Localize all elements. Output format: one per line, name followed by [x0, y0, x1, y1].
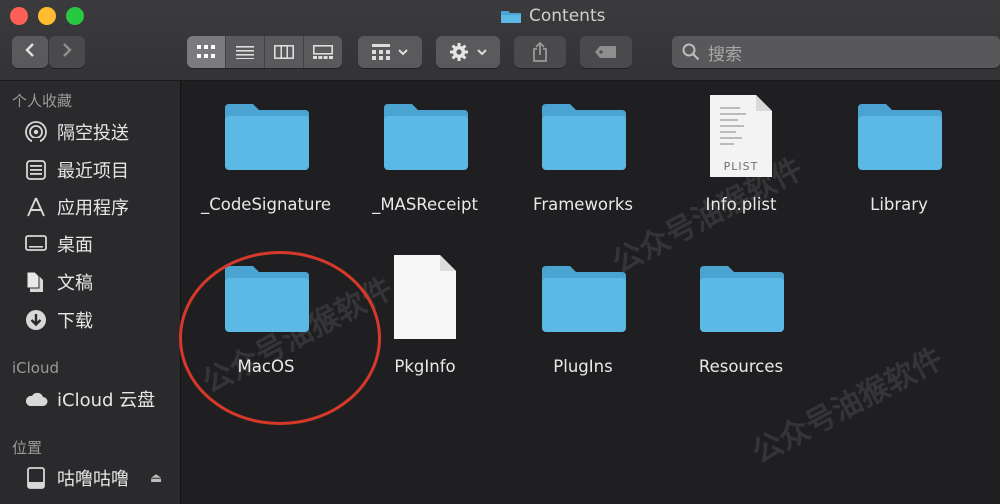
- sidebar-item-recents[interactable]: 最近项目: [24, 155, 129, 185]
- sidebar-item-label: 咕噜咕噜: [57, 469, 129, 490]
- column-view-button[interactable]: [265, 36, 304, 68]
- folder-icon: [225, 104, 309, 170]
- file-item[interactable]: Frameworks: [503, 91, 663, 221]
- folder-icon: [700, 266, 784, 332]
- file-type-badge: PLIST: [723, 160, 759, 173]
- search-field[interactable]: 搜索: [672, 36, 1000, 68]
- file-item[interactable]: _CodeSignature: [186, 91, 346, 221]
- eject-button[interactable]: ⏏: [150, 471, 162, 486]
- file-name: _MASReceipt: [372, 195, 478, 214]
- zoom-window-button[interactable]: [66, 7, 84, 25]
- folder-icon: [542, 266, 626, 332]
- list-view-icon: [236, 46, 254, 59]
- forward-button[interactable]: [49, 36, 85, 68]
- group-by-button[interactable]: [358, 36, 422, 68]
- action-button[interactable]: [436, 36, 500, 68]
- sidebar-item-desktop[interactable]: 桌面: [24, 229, 93, 259]
- search-placeholder: 搜索: [708, 44, 742, 65]
- folder-icon: [542, 104, 626, 170]
- highlight-circle: [179, 251, 381, 425]
- downloads-icon: [24, 308, 48, 332]
- sidebar-item-documents[interactable]: 文稿: [24, 267, 93, 297]
- recents-icon: [24, 158, 48, 182]
- documents-icon: [24, 270, 48, 294]
- sidebar: 个人收藏 隔空投送 最近项目 应用程序 桌面 文稿 下载 iCloud iClo…: [0, 81, 181, 504]
- chevron-down-icon: [398, 49, 408, 56]
- file-item[interactable]: PLIST Info.plist: [661, 91, 821, 221]
- sidebar-item-label: 隔空投送: [57, 123, 129, 144]
- disk-icon: [24, 466, 48, 490]
- chevron-down-icon: [477, 49, 487, 56]
- sidebar-item-label: 文稿: [57, 273, 93, 294]
- list-view-button[interactable]: [226, 36, 265, 68]
- file-name: Library: [870, 195, 928, 214]
- document-icon: [394, 255, 456, 339]
- applications-icon: [24, 195, 48, 219]
- folder-icon: [858, 104, 942, 170]
- sidebar-item-disk[interactable]: 咕噜咕噜 ⏏: [24, 463, 162, 493]
- file-item[interactable]: Resources: [661, 253, 821, 383]
- sidebar-item-label: iCloud 云盘: [57, 390, 156, 411]
- sidebar-item-airdrop[interactable]: 隔空投送: [24, 117, 129, 147]
- minimize-window-button[interactable]: [38, 7, 56, 25]
- tag-icon: [595, 46, 616, 58]
- share-icon: [533, 42, 547, 62]
- gallery-view-button[interactable]: [304, 36, 342, 68]
- desktop-icon: [24, 232, 48, 256]
- column-view-icon: [274, 45, 294, 59]
- sidebar-item-downloads[interactable]: 下载: [24, 305, 93, 335]
- file-name: Resources: [698, 357, 784, 376]
- chevron-right-icon: [61, 42, 73, 62]
- sidebar-item-label: 下载: [57, 311, 93, 332]
- airdrop-icon: [24, 120, 48, 144]
- window-title-text: Contents: [529, 6, 606, 26]
- folder-icon: [384, 104, 468, 170]
- locations-heading: 位置: [12, 439, 43, 457]
- view-mode-control[interactable]: [187, 36, 342, 68]
- file-name: Frameworks: [533, 195, 633, 214]
- gear-icon: [450, 43, 468, 61]
- sidebar-item-label: 应用程序: [57, 198, 129, 219]
- favorites-heading: 个人收藏: [12, 92, 73, 110]
- tag-button[interactable]: [580, 36, 632, 68]
- back-button[interactable]: [12, 36, 48, 68]
- sidebar-item-applications[interactable]: 应用程序: [24, 192, 129, 222]
- gallery-view-icon: [313, 45, 333, 59]
- sidebar-item-label: 桌面: [57, 235, 93, 256]
- file-name: PlugIns: [553, 357, 613, 376]
- file-grid: 公众号油猴软件 公众号油猴软件 公众号油猴软件 _CodeSignature _…: [179, 81, 1000, 504]
- file-item[interactable]: _MASReceipt: [345, 91, 505, 221]
- file-item[interactable]: Library: [819, 91, 979, 221]
- title-bar: Contents 搜索: [0, 0, 1000, 81]
- cloud-icon: [24, 387, 48, 411]
- window-title: Contents: [500, 4, 605, 28]
- grid-icon: [372, 44, 390, 60]
- icloud-heading: iCloud: [12, 359, 60, 377]
- share-button[interactable]: [514, 36, 566, 68]
- chevron-left-icon: [24, 42, 36, 62]
- folder-icon: [500, 8, 522, 24]
- sidebar-item-icloud-drive[interactable]: iCloud 云盘: [24, 384, 155, 414]
- close-window-button[interactable]: [10, 7, 28, 25]
- file-name: Info.plist: [705, 195, 777, 214]
- icon-view-icon: [197, 45, 215, 58]
- sidebar-item-label: 最近项目: [57, 161, 129, 182]
- search-icon: [682, 43, 700, 61]
- file-item[interactable]: PlugIns: [503, 253, 663, 383]
- file-name: _CodeSignature: [200, 195, 332, 214]
- icon-view-button[interactable]: [187, 36, 226, 68]
